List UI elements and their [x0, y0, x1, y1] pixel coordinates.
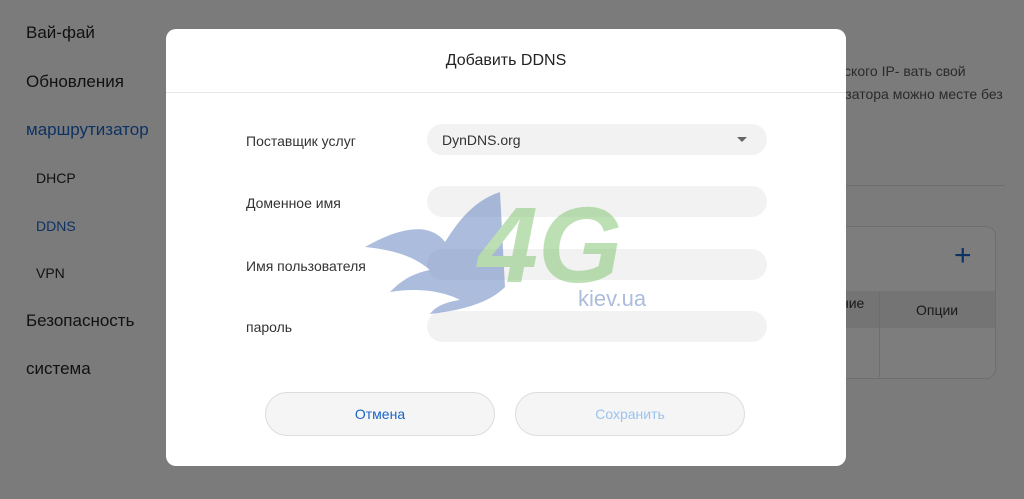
password-label: пароль [246, 319, 293, 335]
domain-name-label: Доменное имя [246, 195, 341, 211]
password-input[interactable] [427, 311, 767, 342]
save-button[interactable]: Сохранить [515, 392, 745, 436]
username-label: Имя пользователя [246, 258, 366, 274]
cancel-button[interactable]: Отмена [265, 392, 495, 436]
username-input[interactable] [427, 249, 767, 280]
provider-select[interactable]: DynDNS.org [427, 124, 767, 155]
add-ddns-dialog: Добавить DDNS Поставщик услуг DynDNS.org… [166, 29, 846, 466]
dialog-title: Добавить DDNS [166, 29, 846, 93]
provider-select-value: DynDNS.org [442, 131, 521, 148]
domain-name-input[interactable] [427, 186, 767, 217]
provider-label: Поставщик услуг [246, 133, 356, 149]
chevron-down-icon [737, 137, 747, 142]
